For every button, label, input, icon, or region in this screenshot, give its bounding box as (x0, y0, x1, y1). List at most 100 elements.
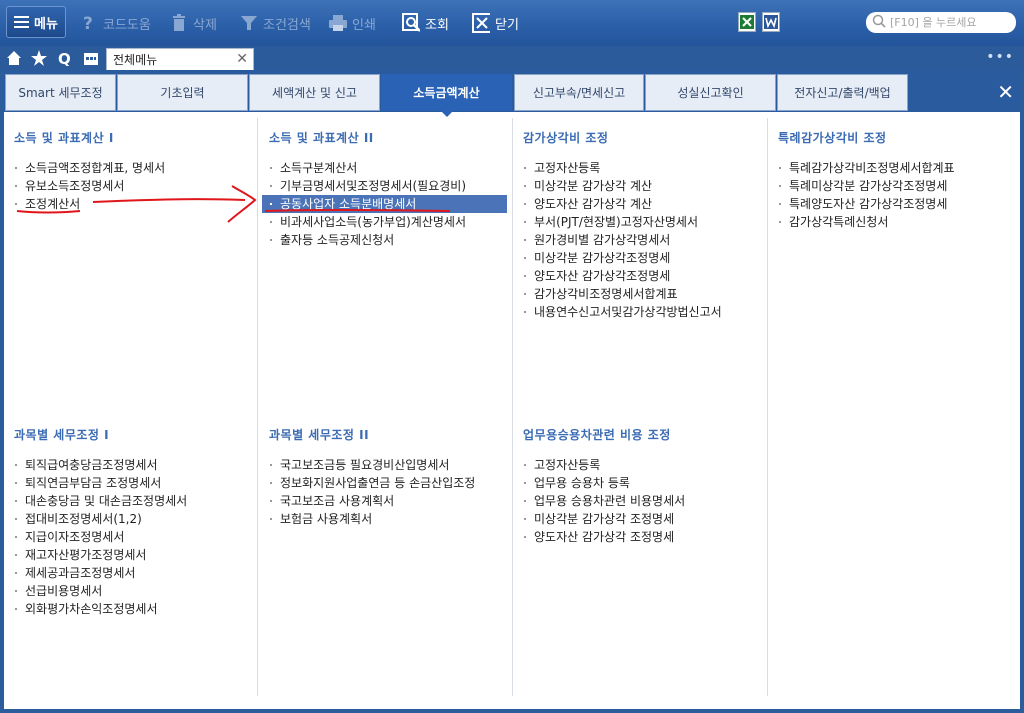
menu-item[interactable]: 지급이자조정명세서 (14, 528, 254, 546)
inquiry-button[interactable]: 조회 (402, 11, 449, 35)
column-divider (767, 118, 768, 696)
menu-item[interactable]: 소득금액조정합계표, 명세서 (14, 159, 254, 177)
menu-item[interactable]: 선급비용명세서 (14, 582, 254, 600)
menu-item[interactable]: 미상각분 감가상각 계산 (523, 177, 763, 195)
menu-button[interactable]: 메뉴 (6, 6, 66, 38)
svg-text:Q: Q (58, 50, 71, 66)
delete-button[interactable]: 삭제 (170, 11, 217, 35)
tab-all-menu[interactable]: 전체메뉴 ✕ (106, 48, 254, 70)
excel-icon[interactable] (738, 12, 756, 32)
print-button[interactable]: 인쇄 (329, 11, 376, 35)
menu-item[interactable]: 양도자산 감가상각조정명세 (523, 267, 763, 285)
home-icon[interactable] (3, 48, 25, 68)
print-label: 인쇄 (352, 17, 376, 33)
menu-item[interactable]: 특례양도자산 감가상각조정명세 (778, 195, 1018, 213)
tab-label: 전자신고/출력/백업 (794, 86, 891, 100)
calendar-icon[interactable] (80, 48, 102, 68)
menu-button-label: 메뉴 (34, 16, 58, 32)
filter-icon (240, 14, 258, 32)
menu-item-selected[interactable]: 공동사업자 소득분배명세서 (262, 195, 507, 213)
menu-item[interactable]: 소득구분계산서 (269, 159, 509, 177)
section-special-depreciation: 특례감가상각비 조정 특례감가상각비조정명세서합계표 특례미상각분 감가상각조정… (778, 129, 1018, 231)
menu-item[interactable]: 퇴직연금부담금 조정명세서 (14, 474, 254, 492)
section-account-1: 과목별 세무조정 I 퇴직급여충당금조정명세서 퇴직연금부담금 조정명세서 대손… (14, 426, 254, 618)
menu-item[interactable]: 양도자산 감가상각 조정명세 (523, 528, 763, 546)
nav-bar: Q 전체메뉴 ✕ ••• (0, 46, 1024, 70)
tab-income-calc[interactable]: 소득금액계산 (381, 74, 512, 117)
menu-item[interactable]: 출자등 소득공제신청서 (269, 231, 509, 249)
delete-label: 삭제 (193, 17, 217, 33)
search-input[interactable] (890, 16, 1010, 29)
menu-item[interactable]: 대손충당금 및 대손금조정명세서 (14, 492, 254, 510)
tab-tax-calc[interactable]: 세액계산 및 신고 (249, 74, 380, 111)
all-menu-panel: Smart 세무조정 기초입력 세액계산 및 신고 소득금액계산 신고부속/면세… (4, 70, 1020, 709)
menu-item[interactable]: 외화평가차손익조정명세서 (14, 600, 254, 618)
menu-item[interactable]: 고정자산등록 (523, 159, 763, 177)
column-divider (512, 118, 513, 696)
close-label: 닫기 (495, 17, 519, 33)
panel-close-icon[interactable]: ✕ (997, 80, 1014, 104)
tab-label: 성실신고확인 (677, 86, 744, 100)
section-title: 특례감가상각비 조정 (778, 131, 887, 145)
section-income-1: 소득 및 과표계산 I 소득금액조정합계표, 명세서 유보소득조정명세서 조정계… (14, 129, 254, 213)
close-box-icon (472, 13, 490, 33)
menu-item[interactable]: 유보소득조정명세서 (14, 177, 254, 195)
menu-item[interactable]: 미상각분 감가상각조정명세 (523, 249, 763, 267)
menu-item[interactable]: 제세공과금조정명세서 (14, 564, 254, 582)
condition-search-button[interactable]: 조건검색 (240, 11, 311, 35)
menu-item[interactable]: 원가경비별 감가상각명세서 (523, 231, 763, 249)
tab-close-icon[interactable]: ✕ (236, 51, 248, 67)
code-help-button[interactable]: ? 코드도움 (80, 11, 151, 35)
tab-e-filing[interactable]: 전자신고/출력/백업 (777, 74, 908, 111)
tab-label: 세액계산 및 신고 (272, 86, 357, 100)
tab-attached-report[interactable]: 신고부속/면세신고 (514, 74, 644, 111)
inquiry-label: 조회 (425, 17, 449, 33)
menu-item[interactable]: 고정자산등록 (523, 456, 763, 474)
help-icon: ? (80, 14, 98, 32)
menu-item[interactable]: 내용연수신고서및감가상각방법신고서 (523, 303, 763, 321)
menu-item[interactable]: 접대비조정명세서(1,2) (14, 510, 254, 528)
section-title: 소득 및 과표계산 I (14, 131, 114, 145)
menu-item[interactable]: 감가상각비조정명세서합계표 (523, 285, 763, 303)
menu-search-box[interactable] (866, 12, 1016, 33)
section-income-2: 소득 및 과표계산 II 소득구분계산서 기부금명세서및조정명세서(필요경비) … (262, 129, 509, 249)
tab-smart-tax[interactable]: Smart 세무조정 (5, 74, 116, 111)
column-divider (257, 118, 258, 696)
tab-all-menu-label: 전체메뉴 (113, 53, 158, 67)
trash-icon (170, 14, 188, 32)
condition-search-label: 조건검색 (263, 17, 311, 33)
tab-basic-input[interactable]: 기초입력 (117, 74, 248, 111)
tab-sincere-report[interactable]: 성실신고확인 (645, 74, 776, 111)
menu-item[interactable]: 비과세사업소득(농가부업)계산명세서 (269, 213, 509, 231)
tab-label: 신고부속/면세신고 (532, 86, 626, 100)
menu-item[interactable]: 부서(PJT/현장별)고정자산명세서 (523, 213, 763, 231)
code-help-label: 코드도움 (103, 17, 151, 33)
menu-item[interactable]: 국고보조금등 필요경비산입명세서 (269, 456, 509, 474)
close-button[interactable]: 닫기 (472, 11, 519, 35)
menu-item[interactable]: 양도자산 감가상각 계산 (523, 195, 763, 213)
tab-label: Smart 세무조정 (18, 86, 103, 100)
menu-item[interactable]: 정보화지원사업출연금 등 손금산입조정 (269, 474, 509, 492)
menu-item[interactable]: 보험금 사용계획서 (269, 510, 509, 528)
more-icon[interactable]: ••• (986, 49, 1014, 65)
menu-item[interactable]: 감가상각특례신청서 (778, 213, 1018, 231)
menu-item[interactable]: 국고보조금 사용계획서 (269, 492, 509, 510)
section-title: 감가상각비 조정 (523, 131, 609, 145)
menu-item[interactable]: 조정계산서 (14, 195, 254, 213)
menu-item[interactable]: 특례미상각분 감가상각조정명세 (778, 177, 1018, 195)
menu-item[interactable]: 미상각분 감가상각 조정명세 (523, 510, 763, 528)
printer-icon (329, 14, 347, 32)
tab-label: 기초입력 (160, 86, 205, 100)
menu-item[interactable]: 재고자산평가조정명세서 (14, 546, 254, 564)
star-icon[interactable] (28, 48, 50, 68)
section-title: 소득 및 과표계산 II (269, 131, 374, 145)
word-icon[interactable] (762, 12, 780, 32)
menu-item[interactable]: 퇴직급여충당금조정명세서 (14, 456, 254, 474)
menu-item[interactable]: 업무용 승용차관련 비용명세서 (523, 492, 763, 510)
menu-item[interactable]: 기부금명세서및조정명세서(필요경비) (269, 177, 509, 195)
menu-item[interactable]: 업무용 승용차 등록 (523, 474, 763, 492)
menu-item[interactable]: 특례감가상각비조정명세서합계표 (778, 159, 1018, 177)
quick-search-icon[interactable]: Q (54, 48, 76, 68)
category-tabs: Smart 세무조정 기초입력 세액계산 및 신고 소득금액계산 신고부속/면세… (4, 70, 1020, 117)
section-depreciation: 감가상각비 조정 고정자산등록 미상각분 감가상각 계산 양도자산 감가상각 계… (523, 129, 763, 321)
